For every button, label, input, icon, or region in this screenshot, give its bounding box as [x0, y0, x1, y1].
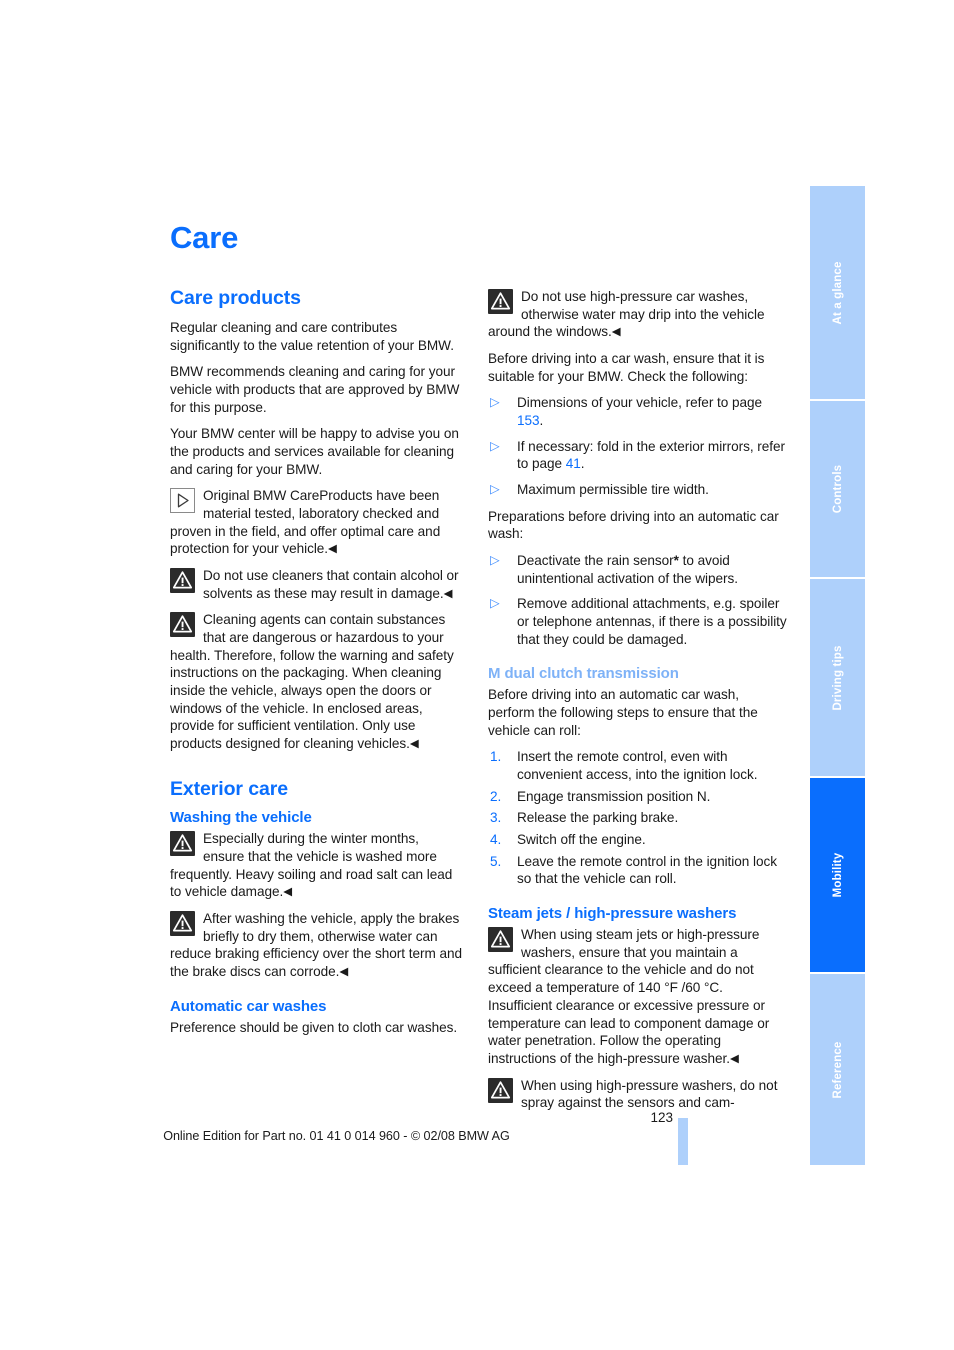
note-triangle-icon: [170, 488, 195, 514]
step-number: 4.: [490, 832, 502, 848]
end-marker: ◀: [283, 886, 293, 899]
step-text: Switch off the engine.: [517, 832, 646, 848]
note-text: Original BMW CareProducts have been mate…: [170, 488, 441, 557]
list-item: 3. Release the parking brake.: [488, 809, 788, 827]
step-number: 1.: [490, 749, 502, 765]
paragraph: Before driving into a car wash, ensure t…: [488, 351, 765, 384]
warning-triangle-icon: [488, 927, 513, 953]
list-item: 2. Engage transmission position N.: [488, 788, 788, 806]
step-number: 5.: [490, 853, 502, 869]
tab-label: Driving tips: [831, 644, 844, 711]
list-item: Dimensions of your vehicle, refer to pag…: [488, 394, 788, 429]
page-reference[interactable]: 153: [517, 413, 540, 428]
warning-triangle-icon: [170, 911, 195, 937]
list-item-text: Dimensions of your vehicle, refer to pag…: [517, 395, 763, 411]
manual-page: Care Care products Regular cleaning and …: [0, 0, 954, 1350]
paragraph: Preparations before driving into an auto…: [488, 508, 779, 542]
footer-copyright: Online Edition for Part no. 01 41 0 014 …: [163, 1129, 510, 1143]
warning-triangle-icon: [170, 612, 195, 638]
tab-label: Reference: [831, 1041, 844, 1098]
step-number: 3.: [490, 810, 502, 826]
list-item-text-tail: .: [580, 456, 585, 472]
paragraph: Before driving into an automatic car was…: [488, 687, 758, 738]
tab-label: Controls: [831, 464, 844, 514]
list-item: 5. Leave the remote control in the igniti…: [488, 853, 788, 888]
warning-text: Especially during the winter months, ens…: [170, 831, 453, 900]
warning-text: Cleaning agents can contain substances t…: [170, 612, 454, 751]
note-block: Original BMW CareProducts have been mate…: [170, 487, 462, 558]
warning-text: After washing the vehicle, apply the bra…: [170, 911, 462, 980]
warning-block: Especially during the winter months, ens…: [170, 830, 462, 901]
right-column: Do not use high-pressure car washes, oth…: [488, 288, 788, 1112]
chapter-tabs: At a glance Controls Driving tips Mobili…: [810, 186, 865, 1165]
end-marker: ◀: [328, 543, 337, 556]
warning-block: Do not use high-pressure car washes, oth…: [488, 288, 788, 341]
tab-label: Mobility: [831, 852, 844, 898]
heading-steam-jets: Steam jets / high-pressure washers: [488, 905, 737, 923]
check-list: Dimensions of your vehicle, refer to pag…: [488, 394, 788, 498]
step-text: Release the parking brake.: [517, 810, 679, 826]
list-item-text-tail: .: [539, 413, 544, 429]
steps-list: 1. Insert the remote control, even with c…: [488, 748, 788, 888]
list-item-text: Maximum permissible tire width.: [517, 482, 709, 498]
list-item: If necessary: fold in the exterior mirro…: [488, 438, 788, 473]
list-item-text: Remove additional attachments, e.g. spoi…: [517, 596, 787, 647]
warning-text: Do not use cleaners that contain alcohol…: [203, 567, 459, 601]
step-text: Engage transmission position N.: [517, 788, 711, 804]
paragraph: Preference should be given to cloth car …: [170, 1019, 458, 1035]
paragraph: Insufficient clearance or excessive pres…: [488, 997, 788, 1068]
warning-block: Do not use cleaners that contain alcohol…: [170, 567, 462, 602]
list-item-text: Deactivate the rain sensor: [517, 553, 674, 569]
tab-label: At a glance: [831, 260, 844, 325]
list-item: Deactivate the rain sensor* to avoid uni…: [488, 552, 788, 587]
warning-text: Do not use high-pressure car washes, oth…: [488, 289, 765, 340]
tab-controls[interactable]: Controls: [810, 401, 865, 577]
heading-exterior-care: Exterior care: [170, 777, 288, 800]
continuation-text: Insufficient clearance or excessive pres…: [488, 997, 770, 1066]
step-text: Leave the remote control in the ignition…: [517, 853, 777, 887]
warning-triangle-icon: [488, 1077, 513, 1103]
footer-accent-bar: [678, 1118, 688, 1165]
warning-block: Cleaning agents can contain substances t…: [170, 611, 462, 752]
list-item: Maximum permissible tire width.: [488, 481, 788, 499]
heading-washing-the-vehicle: Washing the vehicle: [170, 809, 312, 827]
page-reference[interactable]: 41: [566, 456, 581, 471]
step-text: Insert the remote control, even with con…: [517, 749, 758, 783]
tab-at-a-glance[interactable]: At a glance: [810, 186, 865, 399]
left-column: Care products Regular cleaning and care …: [170, 287, 462, 1036]
warning-block: After washing the vehicle, apply the bra…: [170, 910, 462, 981]
list-item: Remove additional attachments, e.g. spoi…: [488, 595, 788, 648]
tab-driving-tips[interactable]: Driving tips: [810, 579, 865, 776]
page-title: Care: [170, 220, 239, 255]
paragraph: BMW recommends cleaning and caring for y…: [170, 364, 460, 415]
paragraph: Your BMW center will be happy to advise …: [170, 426, 459, 477]
list-item: 4. Switch off the engine.: [488, 831, 788, 849]
page-number: 123: [650, 1110, 673, 1125]
warning-triangle-icon: [488, 289, 513, 314]
end-marker: ◀: [611, 326, 621, 339]
step-number: 2.: [490, 788, 502, 804]
end-marker: ◀: [730, 1052, 739, 1065]
warning-text: When using high-pressure washers, do not…: [521, 1077, 778, 1111]
warning-triangle-icon: [170, 567, 195, 593]
heading-automatic-car-washes: Automatic car washes: [170, 997, 327, 1015]
list-item-text: If necessary: fold in the exterior mirro…: [517, 438, 786, 472]
body-columns: Care products Regular cleaning and care …: [170, 287, 788, 1112]
end-marker: ◀: [443, 587, 453, 600]
tab-reference[interactable]: Reference: [810, 974, 865, 1165]
heading-care-products: Care products: [170, 287, 301, 309]
end-marker: ◀: [409, 737, 419, 750]
paragraph: Regular cleaning and care contributes si…: [170, 319, 454, 353]
end-marker: ◀: [339, 966, 349, 979]
warning-triangle-icon: [170, 831, 195, 857]
warning-text: When using steam jets or high-pressure w…: [488, 927, 760, 996]
tab-mobility[interactable]: Mobility: [810, 778, 865, 972]
heading-m-dual-clutch-transmission: M dual clutch transmission: [488, 665, 679, 683]
warning-block: When using high-pressure washers, do not…: [488, 1077, 788, 1112]
preparation-list: Deactivate the rain sensor* to avoid uni…: [488, 552, 788, 648]
warning-block: When using steam jets or high-pressure w…: [488, 926, 788, 997]
list-item: 1. Insert the remote control, even with c…: [488, 748, 788, 783]
